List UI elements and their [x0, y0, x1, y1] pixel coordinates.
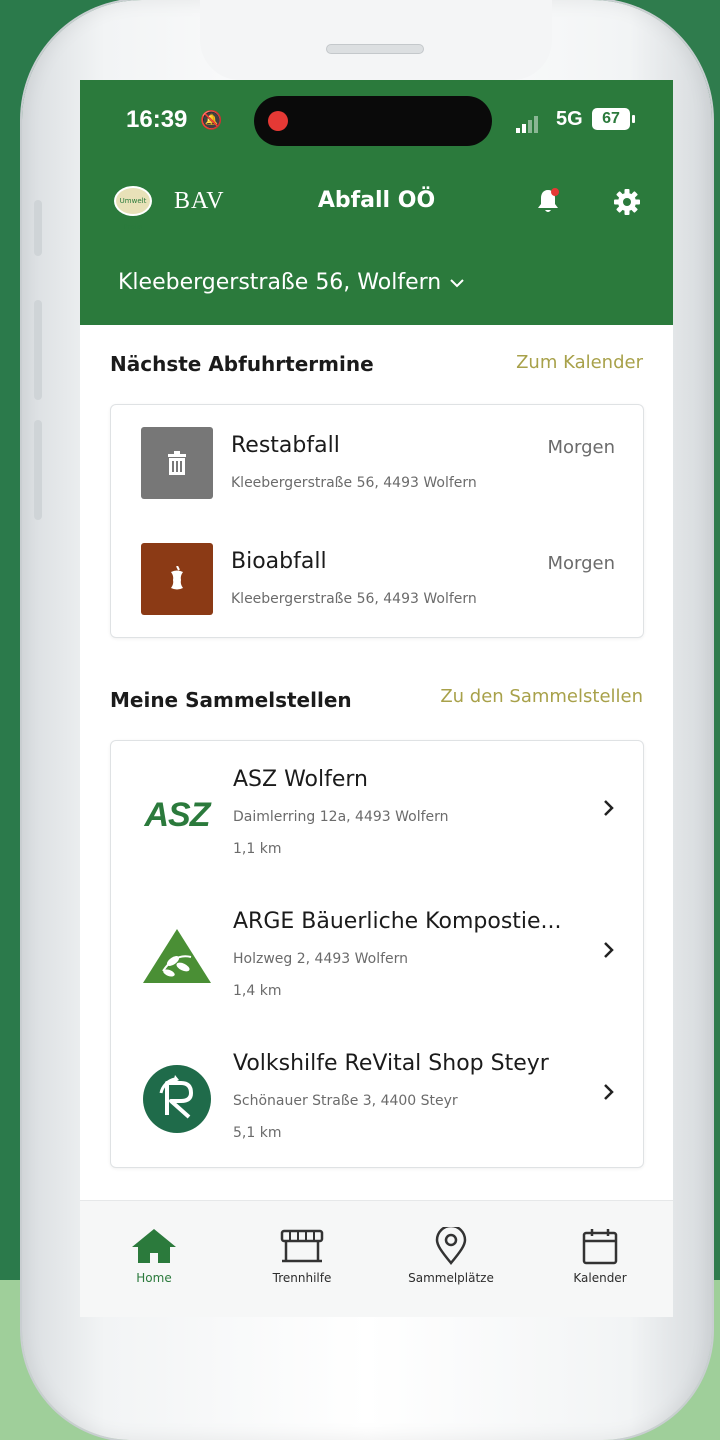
leaf-triangle-logo-icon [137, 917, 217, 997]
pickup-item-restabfall[interactable]: Restabfall Kleebergerstraße 56, 4493 Wol… [111, 405, 645, 515]
revital-logo-icon [137, 1059, 217, 1139]
signal-strength-icon [516, 114, 540, 133]
pickup-tile [141, 543, 213, 615]
address-label: Kleebergerstraße 56, Wolfern [118, 270, 442, 295]
trash-bin-icon [168, 451, 186, 475]
status-time: 16:39 [126, 106, 188, 133]
pickup-name: Restabfall [231, 433, 340, 458]
network-type: 5G [556, 108, 583, 130]
station-distance: 1,1 km [233, 841, 282, 857]
phone-volume-down [34, 420, 42, 520]
tab-home[interactable]: Home [94, 1227, 214, 1285]
station-address: Holzweg 2, 4493 Wolfern [233, 951, 409, 967]
tab-label: Kalender [573, 1271, 627, 1285]
tab-trennhilfe[interactable]: Trennhilfe [242, 1227, 362, 1285]
pickup-item-bioabfall[interactable]: Bioabfall Kleebergerstraße 56, 4493 Wolf… [111, 521, 645, 631]
station-name: ASZ Wolfern [233, 767, 368, 792]
calendar-icon [582, 1229, 618, 1265]
battery-tip [632, 115, 635, 123]
settings-gear-icon[interactable] [613, 188, 641, 216]
tab-label: Trennhilfe [272, 1271, 332, 1285]
sorting-help-icon [280, 1229, 324, 1263]
chevron-right-icon [604, 942, 614, 958]
station-item-arge[interactable]: ARGE Bäuerliche Kompostie... Holzweg 2, … [111, 883, 645, 1023]
tab-sammelplaetze[interactable]: Sammelplätze [391, 1227, 511, 1285]
apple-core-icon [171, 566, 183, 590]
pickup-date: Morgen [547, 553, 615, 574]
station-name: ARGE Bäuerliche Kompostie... [233, 909, 562, 934]
app-title: Abfall OÖ [317, 188, 436, 213]
station-item-volkshilfe[interactable]: Volkshilfe ReVital Shop Steyr Schönauer … [111, 1025, 645, 1165]
stations-link[interactable]: Zu den Sammelstellen [440, 686, 643, 707]
battery-indicator: 67 [592, 108, 630, 130]
pickup-address: Kleebergerstraße 56, 4493 Wolfern [231, 591, 477, 607]
pickups-card: Restabfall Kleebergerstraße 56, 4493 Wol… [110, 404, 644, 638]
phone-volume-up [34, 300, 42, 400]
tab-label: Home [136, 1271, 172, 1285]
station-address: Schönauer Straße 3, 4400 Steyr [233, 1093, 458, 1109]
stations-card: ASZ ASZ Wolfern Daimlerring 12a, 4493 Wo… [110, 740, 644, 1168]
stations-section-title: Meine Sammelstellen [110, 688, 352, 712]
silent-mode-icon: 🔕 [200, 110, 223, 131]
station-name: Volkshilfe ReVital Shop Steyr [233, 1051, 549, 1076]
chevron-right-icon [604, 800, 614, 816]
asz-logo: ASZ [144, 795, 211, 834]
notification-bell-icon[interactable] [536, 188, 560, 214]
home-icon [132, 1229, 176, 1263]
phone-notch [200, 0, 552, 80]
station-item-asz-wolfern[interactable]: ASZ ASZ Wolfern Daimlerring 12a, 4493 Wo… [111, 741, 645, 881]
calendar-link[interactable]: Zum Kalender [516, 352, 643, 373]
phone-side-button [34, 200, 42, 256]
pickup-date: Morgen [547, 437, 615, 458]
app-header: 16:39 🔕 5G 67 Umwelt Profis BAV Abfall O… [80, 80, 673, 325]
recording-indicator-icon [268, 111, 288, 131]
map-pin-icon [435, 1227, 467, 1265]
station-address: Daimlerring 12a, 4493 Wolfern [233, 809, 449, 825]
app-screen: 16:39 🔕 5G 67 Umwelt Profis BAV Abfall O… [80, 80, 673, 1317]
tab-kalender[interactable]: Kalender [540, 1227, 660, 1285]
station-distance: 5,1 km [233, 1125, 282, 1141]
pickup-name: Bioabfall [231, 549, 327, 574]
pickup-tile [141, 427, 213, 499]
bottom-tab-bar: Home Trennhilfe Sammelplätze Kalender [80, 1200, 673, 1317]
dynamic-island [254, 96, 492, 146]
phone-speaker [326, 44, 424, 54]
chevron-down-icon [450, 278, 464, 287]
address-selector[interactable]: Kleebergerstraße 56, Wolfern [118, 270, 465, 295]
chevron-right-icon [604, 1084, 614, 1100]
tab-label: Sammelplätze [408, 1271, 494, 1285]
pickups-section-title: Nächste Abfuhrtermine [110, 352, 374, 376]
station-distance: 1,4 km [233, 983, 282, 999]
pickup-address: Kleebergerstraße 56, 4493 Wolfern [231, 475, 477, 491]
